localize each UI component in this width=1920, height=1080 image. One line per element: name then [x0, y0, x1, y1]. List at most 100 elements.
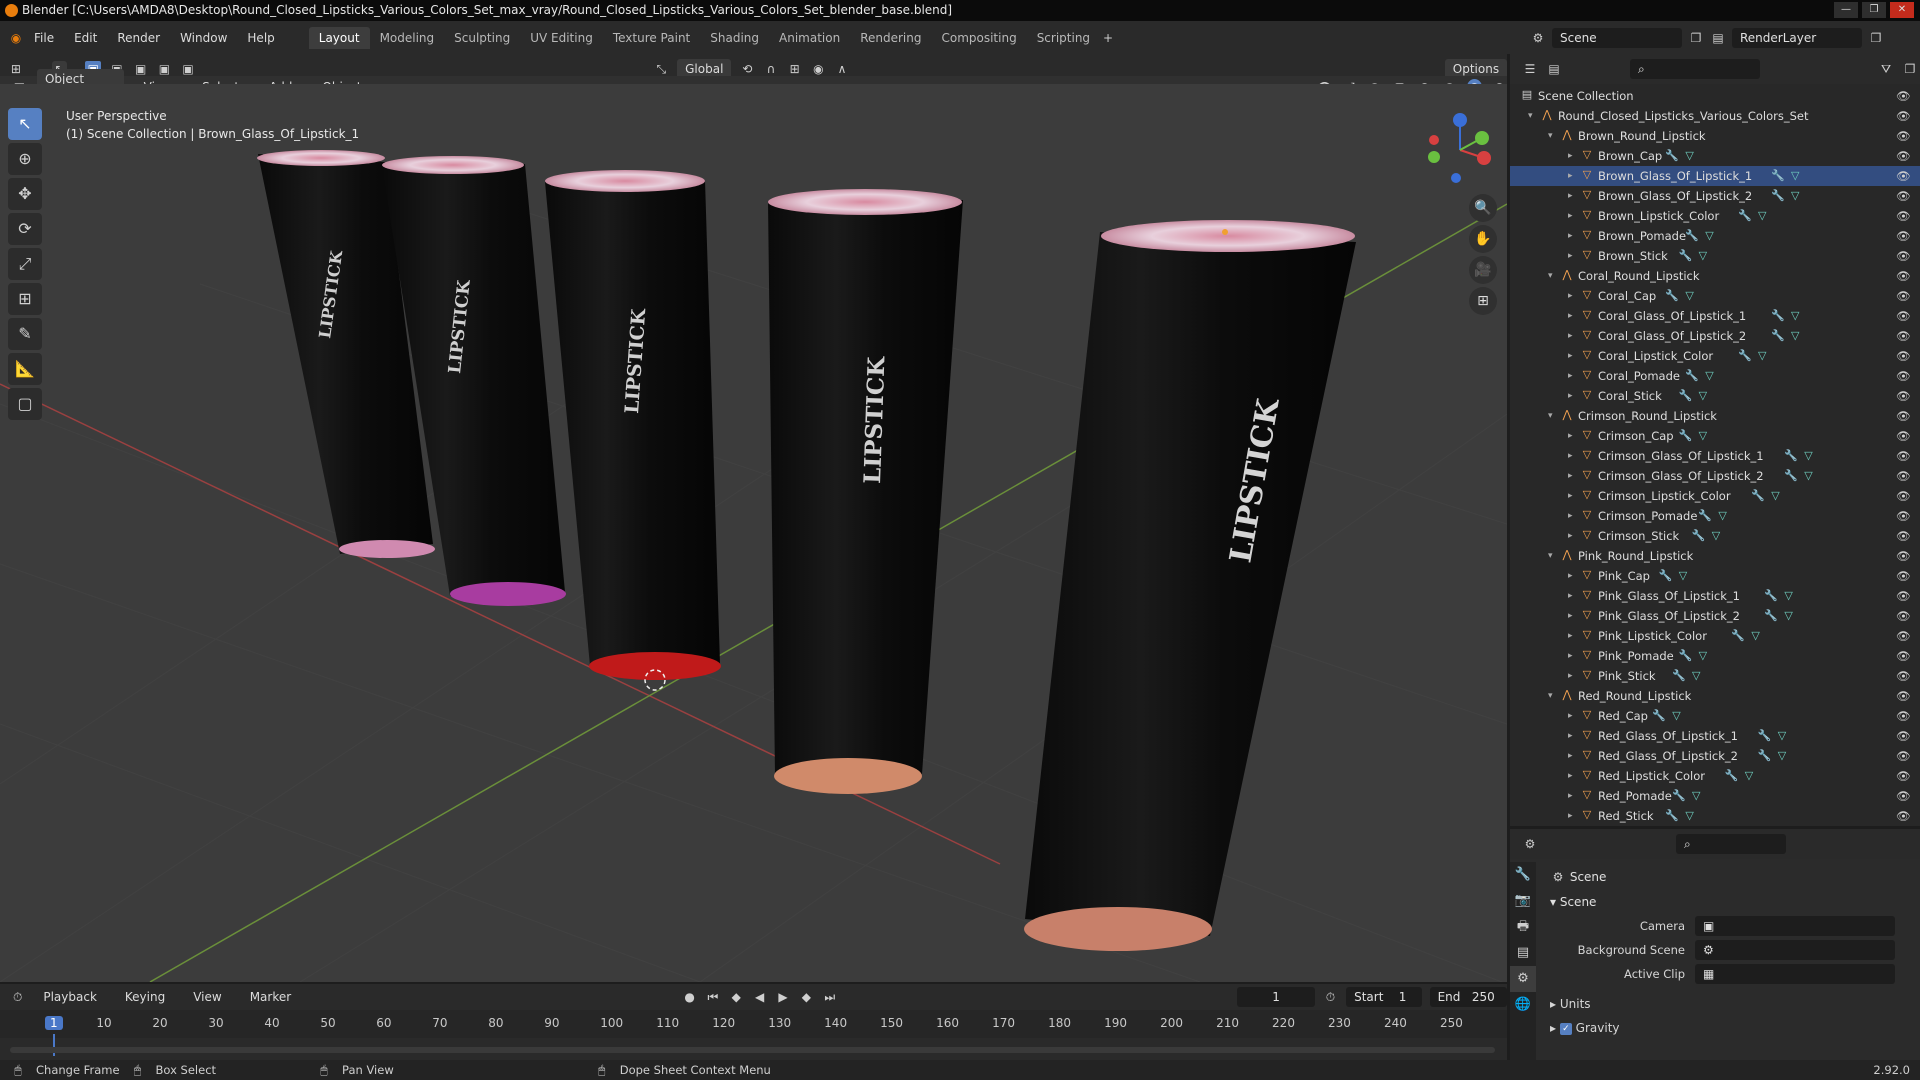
- visibility-eye-icon[interactable]: 👁: [1896, 626, 1911, 646]
- mesh-data-icon[interactable]: ▽: [1784, 586, 1792, 606]
- outliner-object-row[interactable]: ▸ ▽ Pink_Lipstick_Color 🔧 ▽ 👁: [1510, 626, 1920, 646]
- move-tool-icon[interactable]: ✥: [8, 178, 42, 210]
- mesh-data-icon[interactable]: ▽: [1804, 466, 1812, 486]
- render-tab-icon[interactable]: 📷: [1510, 888, 1536, 914]
- visibility-eye-icon[interactable]: 👁: [1896, 506, 1911, 526]
- editor-type-icon[interactable]: ⊞: [8, 61, 24, 77]
- next-keyframe-icon[interactable]: ◆: [799, 989, 814, 1005]
- outliner-object-row[interactable]: ▸ ▽ Coral_Pomade 🔧 ▽ 👁: [1510, 366, 1920, 386]
- scene-tab-icon[interactable]: ⚙: [1510, 966, 1536, 992]
- modifier-icon[interactable]: 🔧: [1652, 706, 1666, 726]
- outliner-object-row[interactable]: ▸ ▽ Brown_Cap 🔧 ▽ 👁: [1510, 146, 1920, 166]
- visibility-eye-icon[interactable]: 👁: [1896, 546, 1911, 566]
- transform-tool-icon[interactable]: ⊞: [8, 283, 42, 315]
- proportional-edit-icon[interactable]: ◉: [811, 61, 827, 77]
- timeline-menu-playback[interactable]: Playback: [33, 990, 107, 1004]
- expand-toggle-icon[interactable]: ▸: [1568, 166, 1573, 186]
- visibility-eye-icon[interactable]: 👁: [1896, 666, 1911, 686]
- modifier-icon[interactable]: 🔧: [1731, 626, 1745, 646]
- expand-toggle-icon[interactable]: ▸: [1568, 246, 1573, 266]
- timeline-menu-view[interactable]: View: [183, 990, 231, 1004]
- mesh-data-icon[interactable]: ▽: [1718, 506, 1726, 526]
- maximize-button[interactable]: ❐: [1862, 2, 1886, 18]
- expand-toggle-icon[interactable]: ▸: [1568, 566, 1573, 586]
- outliner-object-row[interactable]: ▸ ▽ Pink_Glass_Of_Lipstick_1 🔧 ▽ 👁: [1510, 586, 1920, 606]
- outliner-search-input[interactable]: ⌕: [1630, 59, 1760, 79]
- record-icon[interactable]: ●: [682, 989, 697, 1005]
- outliner-object-row[interactable]: ▸ ▽ Pink_Glass_Of_Lipstick_2 🔧 ▽ 👁: [1510, 606, 1920, 626]
- outliner-object-row[interactable]: ▸ ▽ Coral_Lipstick_Color 🔧 ▽ 👁: [1510, 346, 1920, 366]
- modifier-icon[interactable]: 🔧: [1771, 186, 1785, 206]
- expand-toggle-icon[interactable]: ▸: [1568, 746, 1573, 766]
- outliner-collection-row[interactable]: ▾ ⋀ Red_Round_Lipstick 👁: [1510, 686, 1920, 706]
- preview-range-icon[interactable]: ⏱: [1323, 989, 1338, 1005]
- modifier-icon[interactable]: 🔧: [1784, 466, 1798, 486]
- cursor-tool-icon[interactable]: ⊕: [8, 143, 42, 175]
- visibility-eye-icon[interactable]: 👁: [1896, 706, 1911, 726]
- expand-toggle-icon[interactable]: ▸: [1568, 466, 1573, 486]
- expand-toggle-icon[interactable]: ▸: [1568, 806, 1573, 826]
- blender-menu-icon[interactable]: ◉: [8, 30, 24, 46]
- outliner-object-row[interactable]: ▸ ▽ Coral_Glass_Of_Lipstick_2 🔧 ▽ 👁: [1510, 326, 1920, 346]
- modifier-icon[interactable]: 🔧: [1784, 446, 1798, 466]
- tab-sculpting[interactable]: Sculpting: [444, 27, 520, 49]
- modifier-icon[interactable]: 🔧: [1725, 766, 1739, 786]
- new-layer-icon[interactable]: ❐: [1868, 30, 1884, 46]
- mesh-data-icon[interactable]: ▽: [1791, 166, 1799, 186]
- 3d-viewport[interactable]: LIPSTICK LIPSTICK LIPSTICK LIPSTICK LIPS…: [0, 84, 1507, 982]
- visibility-eye-icon[interactable]: 👁: [1896, 266, 1911, 286]
- menu-help[interactable]: Help: [237, 31, 284, 45]
- expand-toggle-icon[interactable]: ▸: [1568, 286, 1573, 306]
- play-reverse-icon[interactable]: ◀: [752, 989, 767, 1005]
- mesh-data-icon[interactable]: ▽: [1745, 766, 1753, 786]
- modifier-icon[interactable]: 🔧: [1771, 306, 1785, 326]
- pan-hand-icon[interactable]: ✋: [1469, 225, 1497, 253]
- outliner-object-row[interactable]: ▸ ▽ Crimson_Stick 🔧 ▽ 👁: [1510, 526, 1920, 546]
- mesh-data-icon[interactable]: ▽: [1699, 246, 1707, 266]
- modifier-icon[interactable]: 🔧: [1665, 806, 1679, 826]
- outliner-object-row[interactable]: ▸ ▽ Red_Cap 🔧 ▽ 👁: [1510, 706, 1920, 726]
- tab-animation[interactable]: Animation: [769, 27, 850, 49]
- modifier-icon[interactable]: 🔧: [1679, 426, 1693, 446]
- visibility-eye-icon[interactable]: 👁: [1896, 426, 1911, 446]
- visibility-eye-icon[interactable]: 👁: [1896, 806, 1911, 826]
- visibility-eye-icon[interactable]: 👁: [1896, 786, 1911, 806]
- expand-toggle-icon[interactable]: ▾: [1548, 406, 1553, 426]
- expand-toggle-icon[interactable]: ▸: [1568, 726, 1573, 746]
- start-frame-field[interactable]: Start 1: [1346, 987, 1422, 1007]
- visibility-eye-icon[interactable]: 👁: [1896, 166, 1911, 186]
- outliner-object-row[interactable]: ▸ ▽ Brown_Glass_Of_Lipstick_2 🔧 ▽ 👁: [1510, 186, 1920, 206]
- expand-toggle-icon[interactable]: ▸: [1568, 326, 1573, 346]
- visibility-eye-icon[interactable]: 👁: [1896, 346, 1911, 366]
- select-mode-intersect-icon[interactable]: ▣: [180, 61, 196, 77]
- outliner-object-row[interactable]: ▸ ▽ Brown_Lipstick_Color 🔧 ▽ 👁: [1510, 206, 1920, 226]
- visibility-eye-icon[interactable]: 👁: [1896, 386, 1911, 406]
- modifier-icon[interactable]: 🔧: [1758, 726, 1772, 746]
- visibility-eye-icon[interactable]: 👁: [1896, 446, 1911, 466]
- outliner-object-row[interactable]: ▸ ▽ Red_Stick 🔧 ▽ 👁: [1510, 806, 1920, 826]
- zoom-icon[interactable]: 🔍: [1469, 194, 1497, 222]
- end-frame-field[interactable]: End 250: [1429, 987, 1508, 1007]
- view-layer-field[interactable]: RenderLayer: [1732, 27, 1862, 48]
- visibility-eye-icon[interactable]: 👁: [1896, 646, 1911, 666]
- expand-toggle-icon[interactable]: ▸: [1568, 666, 1573, 686]
- outliner-collection-row[interactable]: ▾ ⋀ Round_Closed_Lipsticks_Various_Colors_…: [1510, 106, 1920, 126]
- outliner-object-row[interactable]: ▸ ▽ Crimson_Pomade 🔧 ▽ 👁: [1510, 506, 1920, 526]
- expand-toggle-icon[interactable]: ▸: [1568, 706, 1573, 726]
- visibility-eye-icon[interactable]: 👁: [1896, 686, 1911, 706]
- gravity-checkbox[interactable]: ✓: [1559, 1022, 1572, 1035]
- world-tab-icon[interactable]: 🌐: [1510, 992, 1536, 1018]
- outliner-object-row[interactable]: ▸ ▽ Crimson_Cap 🔧 ▽ 👁: [1510, 426, 1920, 446]
- modifier-icon[interactable]: 🔧: [1672, 786, 1686, 806]
- measure-tool-icon[interactable]: 📐: [8, 353, 42, 385]
- menu-window[interactable]: Window: [170, 31, 237, 45]
- scene-section-header[interactable]: ▾ Scene: [1550, 890, 1910, 914]
- modifier-icon[interactable]: 🔧: [1738, 346, 1752, 366]
- visibility-eye-icon[interactable]: 👁: [1896, 146, 1911, 166]
- visibility-eye-icon[interactable]: 👁: [1896, 286, 1911, 306]
- expand-toggle-icon[interactable]: ▸: [1568, 386, 1573, 406]
- expand-toggle-icon[interactable]: ▸: [1568, 786, 1573, 806]
- visibility-eye-icon[interactable]: 👁: [1896, 326, 1911, 346]
- modifier-icon[interactable]: 🔧: [1665, 146, 1679, 166]
- mesh-data-icon[interactable]: ▽: [1791, 306, 1799, 326]
